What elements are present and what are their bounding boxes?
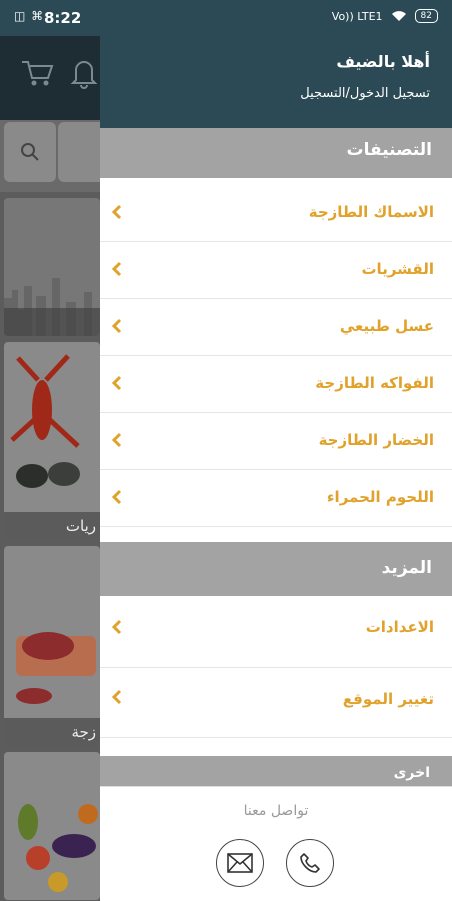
chevron-left-icon [111,619,122,635]
chevron-left-icon [111,432,122,448]
more-item-settings[interactable]: الاعدادات [100,598,452,668]
phone-icon [300,853,320,873]
contact-panel: تواصل معنا [100,786,452,901]
other-title: اخرى [393,765,430,781]
phone-button[interactable] [286,839,334,887]
tile-caption [4,308,100,336]
category-item-red-meat[interactable]: اللحوم الحمراء [100,470,452,527]
lobster-image [10,354,80,488]
chevron-left-icon [111,318,122,334]
background-tile [4,752,100,900]
background-tile: ريات [4,342,100,540]
login-link[interactable]: تسجيل الدخول/التسجيل [300,86,430,101]
category-item-fresh-fish[interactable]: الاسماك الطازجة [100,185,452,242]
background-tile: زجة [4,546,100,746]
category-label: عسل طبيعي [339,317,434,335]
battery-icon: 82 [414,9,438,23]
navigation-drawer: أهلا بالضيف تسجيل الدخول/التسجيل التصنيف… [100,36,452,901]
status-time: 8:22 [44,9,82,27]
mail-icon [227,853,253,873]
email-button[interactable] [216,839,264,887]
greeting-text: أهلا بالضيف [336,52,430,71]
drawer-header: أهلا بالضيف تسجيل الدخول/التسجيل [100,36,452,128]
category-item-fresh-fruits[interactable]: الفواكه الطازجة [100,356,452,413]
wifi-icon [391,11,406,21]
category-label: القشريات [361,260,434,278]
category-item-crustaceans[interactable]: القشريات [100,242,452,299]
chevron-left-icon [111,261,122,277]
chevron-left-icon [111,689,122,705]
category-label: الاسماك الطازجة [308,203,434,221]
more-item-label: تغيير الموقع [342,690,434,708]
more-title: المزيد [381,558,432,578]
category-label: اللحوم الحمراء [326,488,434,506]
category-item-honey[interactable]: عسل طبيعي [100,299,452,356]
cart-icon [22,61,54,86]
background-search-field [58,122,100,182]
status-icons: ◫ ⌘ [14,9,45,23]
contact-title: تواصل معنا [243,803,309,819]
chevron-left-icon [111,204,122,220]
status-bar: ◫ ⌘ 8:22 Vo)) LTE1 82 [0,0,452,36]
vegetables-image [18,804,98,892]
background-tile [4,198,100,336]
more-section-header: المزيد [100,542,452,596]
more-item-label: الاعدادات [365,618,434,636]
category-item-fresh-vegetables[interactable]: الخضار الطازجة [100,413,452,470]
chevron-left-icon [111,375,122,391]
tile-caption: زجة [4,718,100,746]
network-label: Vo)) LTE1 [331,9,383,23]
category-label: الفواكه الطازجة [315,374,434,392]
status-right: Vo)) LTE1 82 [332,9,438,23]
categories-title: التصنيفات [346,140,432,160]
more-item-change-location[interactable]: تغيير الموقع [100,668,452,738]
bell-icon [70,61,98,89]
tile-caption: ريات [4,512,100,540]
meat-image [16,632,96,704]
search-icon [21,143,39,161]
category-label: الخضار الطازجة [318,431,434,449]
categories-section-header: التصنيفات [100,128,452,178]
background-header [0,36,100,120]
chevron-left-icon [111,489,122,505]
background-search-button [4,122,56,182]
